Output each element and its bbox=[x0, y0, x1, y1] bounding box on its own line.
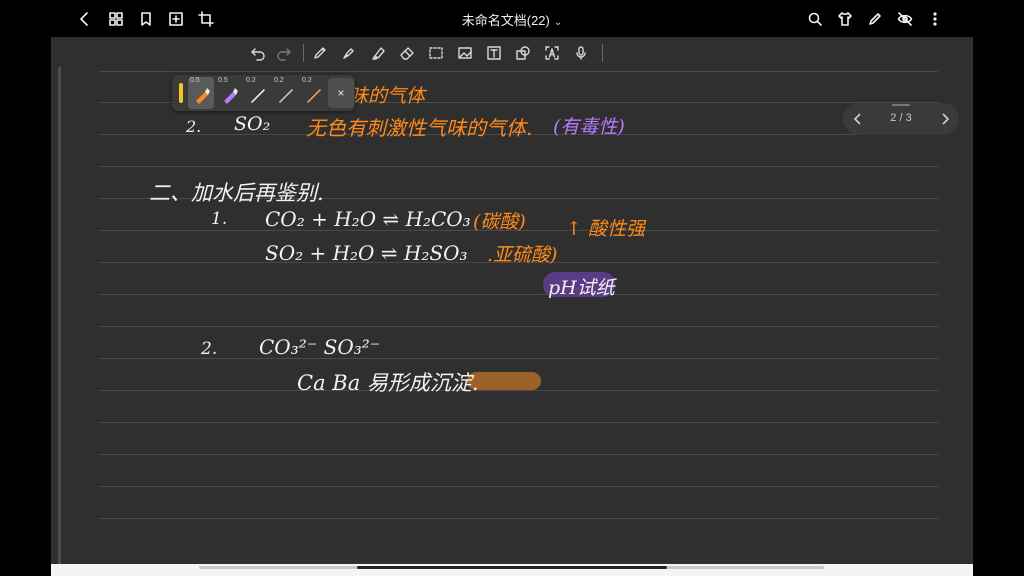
highlighter-icon bbox=[224, 88, 238, 104]
pen-preset-orange-highlighter[interactable]: 0.5 bbox=[188, 77, 214, 109]
document-title-text: 未命名文档(22) bbox=[461, 13, 550, 28]
note-section-title: 二、加水后再鉴别. bbox=[149, 181, 324, 205]
highlighter-icon bbox=[196, 88, 210, 104]
pencil-icon[interactable] bbox=[311, 44, 329, 62]
note-precipitate: Ca Ba 易形成沉淀. bbox=[297, 371, 479, 395]
shirt-icon[interactable] bbox=[834, 8, 856, 30]
chevron-down-icon: ⌄ bbox=[553, 17, 563, 28]
pen-preset-purple-highlighter[interactable]: 0.5 bbox=[216, 77, 242, 109]
ruled-line bbox=[99, 166, 938, 167]
note-equation-1: CO₂ + H₂O ⇌ H₂CO₃ bbox=[265, 207, 471, 231]
note-ion-number: 2. bbox=[201, 339, 218, 359]
search-icon[interactable] bbox=[804, 8, 826, 30]
microphone-icon[interactable] bbox=[572, 44, 590, 62]
scrollbar-thumb[interactable] bbox=[357, 566, 667, 569]
close-palette-button[interactable]: × bbox=[328, 78, 354, 108]
pen-size-label: 0.5 bbox=[190, 77, 200, 84]
pen-preset-amber-pen[interactable]: 0.2 bbox=[300, 77, 326, 109]
shape-icon[interactable] bbox=[514, 44, 532, 62]
note-formula-so2: SO₂ bbox=[234, 113, 271, 135]
ruled-line bbox=[99, 326, 938, 327]
note-so2-description: 无色有刺激性气味的气体. bbox=[306, 116, 533, 140]
pen-palette: 0.5 0.5 0.2 0.2 0.2 × bbox=[172, 75, 355, 111]
page-indicator: 2 / 3 bbox=[890, 112, 912, 124]
undo-icon[interactable] bbox=[249, 44, 267, 62]
color-swatch[interactable] bbox=[179, 83, 183, 103]
ruled-line bbox=[99, 71, 938, 72]
pen-size-label: 0.2 bbox=[246, 77, 256, 84]
image-icon[interactable] bbox=[456, 44, 474, 62]
highlighter-icon[interactable] bbox=[369, 44, 387, 62]
note-equation-number: 1. bbox=[211, 209, 228, 229]
top-app-bar: 未命名文档(22) ⌄ bbox=[0, 0, 1024, 37]
note-carbonic-acid: (碳酸) bbox=[473, 211, 526, 233]
redo-icon[interactable] bbox=[275, 44, 293, 62]
pen-size-label: 0.2 bbox=[302, 77, 312, 84]
fountain-pen-icon bbox=[279, 89, 293, 103]
eye-off-icon[interactable] bbox=[894, 8, 916, 30]
more-vertical-icon[interactable] bbox=[924, 8, 946, 30]
note-toxicity: (有毒性) bbox=[553, 116, 625, 138]
toolbar-divider bbox=[602, 44, 603, 62]
ruled-line bbox=[99, 294, 938, 295]
fountain-pen-icon[interactable] bbox=[340, 44, 358, 62]
note-ions: CO₃²⁻ SO₃²⁻ bbox=[259, 335, 381, 359]
note-canvas[interactable]: 味的气体 2. SO₂ 无色有刺激性气味的气体. (有毒性) 二、加水后再鉴别.… bbox=[51, 37, 973, 564]
ruled-line bbox=[99, 358, 938, 359]
note-sulfurous-acid: .亚硫酸) bbox=[487, 244, 558, 266]
note-ph-paper: pH试纸 bbox=[548, 277, 615, 299]
ruled-line bbox=[99, 422, 938, 423]
fountain-pen-icon bbox=[251, 89, 265, 103]
pen-size-label: 0.2 bbox=[274, 77, 284, 84]
pen-icon[interactable] bbox=[864, 8, 886, 30]
drawing-toolbar bbox=[51, 37, 973, 69]
ruled-line bbox=[99, 486, 938, 487]
drag-handle[interactable] bbox=[892, 104, 910, 106]
note-acidity-stronger: ↑ 酸性强 bbox=[566, 218, 645, 240]
pencil-icon bbox=[307, 89, 321, 103]
previous-page-icon[interactable] bbox=[849, 110, 867, 128]
note-equation-2: SO₂ + H₂O ⇌ H₂SO₃ bbox=[265, 241, 468, 265]
ruled-line bbox=[99, 518, 938, 519]
next-page-icon[interactable] bbox=[936, 110, 954, 128]
ocr-text-icon[interactable] bbox=[543, 44, 561, 62]
lasso-icon[interactable] bbox=[427, 44, 445, 62]
ruled-line bbox=[99, 390, 938, 391]
ruled-line bbox=[99, 454, 938, 455]
pen-size-label: 0.5 bbox=[218, 77, 228, 84]
page-margin-line bbox=[58, 67, 61, 564]
text-box-icon[interactable] bbox=[485, 44, 503, 62]
eraser-icon[interactable] bbox=[398, 44, 416, 62]
note-item-number: 2. bbox=[186, 117, 202, 136]
note-line-fragment: 味的气体 bbox=[349, 85, 426, 107]
toolbar-divider bbox=[303, 44, 304, 62]
pen-preset-white-pen[interactable]: 0.2 bbox=[244, 77, 270, 109]
page-navigator: 2 / 3 bbox=[843, 103, 959, 135]
pen-preset-lavender-pen[interactable]: 0.2 bbox=[272, 77, 298, 109]
